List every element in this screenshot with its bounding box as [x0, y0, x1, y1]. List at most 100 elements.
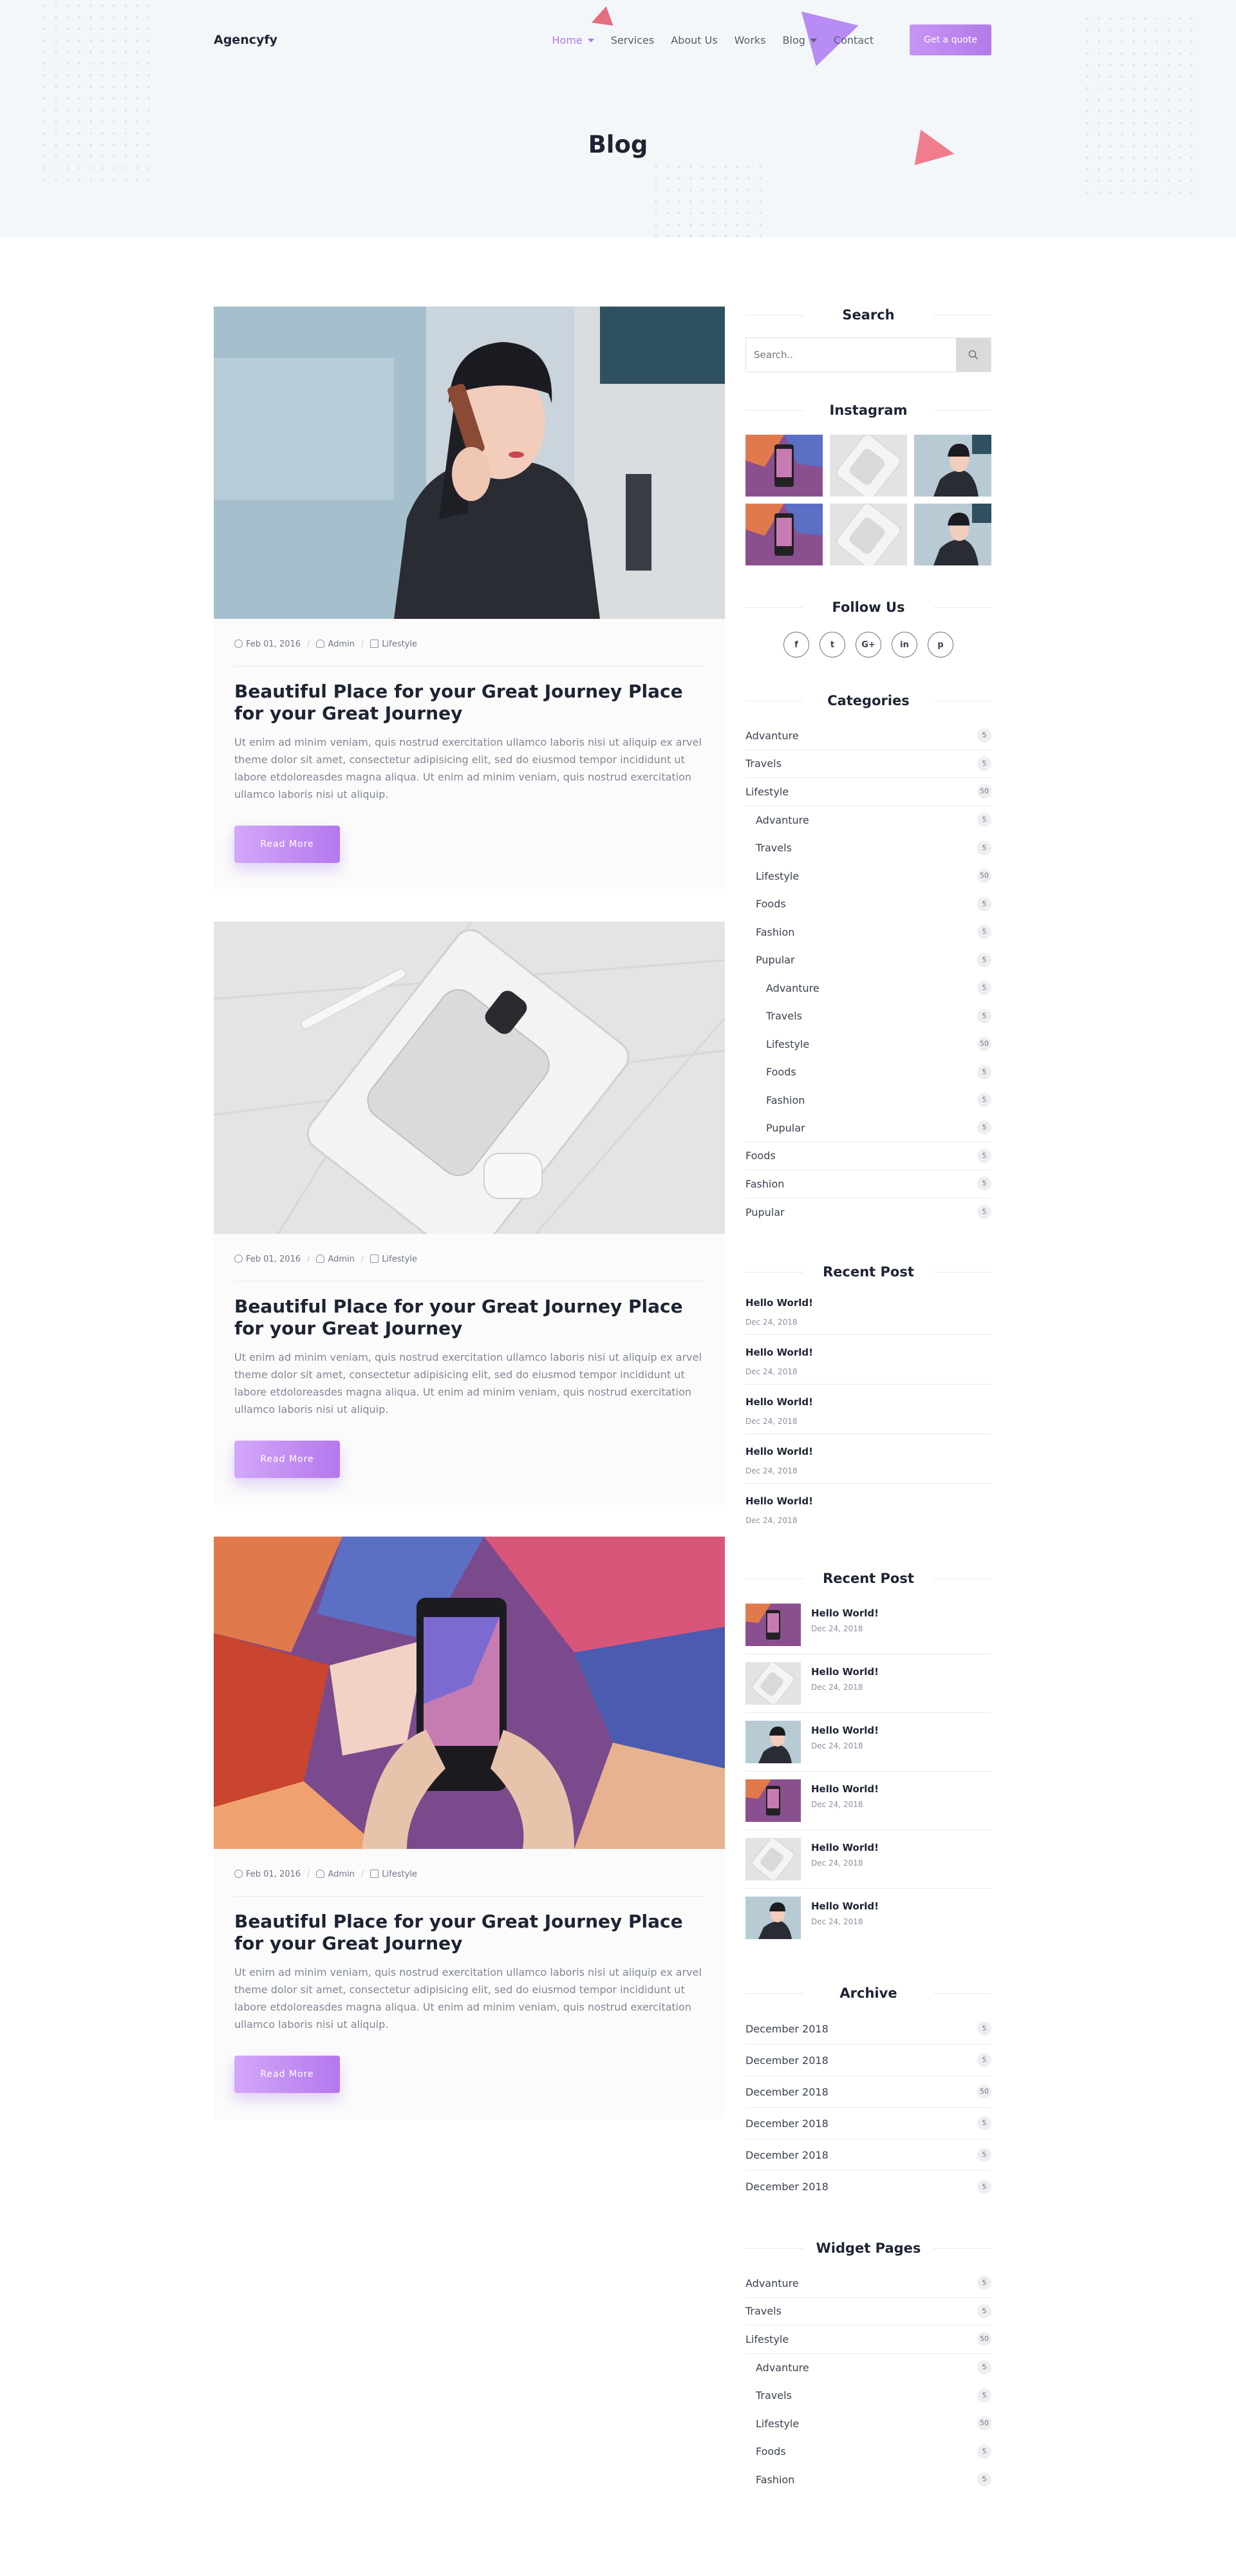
- subcategory-item[interactable]: Travels 5: [745, 1002, 991, 1030]
- category-label: Foods: [745, 1150, 776, 1162]
- read-more-button[interactable]: Read More: [234, 1441, 340, 1478]
- post-category[interactable]: Lifestyle: [370, 639, 417, 649]
- instagram-thumb[interactable]: [914, 435, 991, 497]
- page-item[interactable]: Travels 5: [745, 2298, 991, 2325]
- nav-item-works[interactable]: Works: [735, 34, 766, 46]
- recent-post-item[interactable]: Hello World! Dec 24, 2018: [745, 1772, 991, 1830]
- archive-item[interactable]: December 2018 5: [745, 2139, 991, 2171]
- post-title[interactable]: Beautiful Place for your Great Journey P…: [214, 1897, 725, 1955]
- nav-item-blog[interactable]: Blog: [783, 34, 817, 46]
- author-text: Admin: [328, 1870, 355, 1879]
- subpage-item[interactable]: Lifestyle 50: [745, 2410, 991, 2438]
- category-label: Fashion: [745, 1177, 785, 1190]
- post-author[interactable]: Admin: [316, 639, 355, 649]
- google-plus-icon[interactable]: G+: [856, 632, 881, 658]
- category-item[interactable]: Fashion 5: [745, 1170, 991, 1198]
- meta-separator: /: [360, 639, 364, 649]
- twitter-icon[interactable]: t: [819, 632, 845, 658]
- post-author[interactable]: Admin: [316, 1870, 355, 1879]
- date-text: Feb 01, 2016: [246, 1255, 301, 1264]
- category-text: Lifestyle: [382, 1870, 417, 1879]
- recent-post-item[interactable]: Hello World! Dec 24, 2018: [745, 1830, 991, 1889]
- nav-item-about-us[interactable]: About Us: [671, 34, 717, 46]
- archive-item[interactable]: December 2018 5: [745, 2045, 991, 2076]
- recent-post-item[interactable]: Hello World! Dec 24, 2018: [745, 1484, 991, 1533]
- archive-item[interactable]: December 2018 5: [745, 2108, 991, 2139]
- recent-post-item[interactable]: Hello World! Dec 24, 2018: [745, 1596, 991, 1654]
- archive-item[interactable]: December 2018 5: [745, 2013, 991, 2045]
- page-item[interactable]: Lifestyle 50: [745, 2325, 991, 2354]
- instagram-thumb[interactable]: [914, 504, 991, 565]
- recent-post-item[interactable]: Hello World! Dec 24, 2018: [745, 1713, 991, 1772]
- read-more-button[interactable]: Read More: [234, 826, 340, 863]
- category-text: Lifestyle: [382, 1255, 417, 1264]
- search-input[interactable]: [746, 338, 956, 372]
- subcategory-item[interactable]: Pupular 5: [745, 946, 991, 974]
- subcategory-item[interactable]: Fashion 5: [745, 1086, 991, 1115]
- category-label: Pupular: [756, 954, 795, 967]
- post-category[interactable]: Lifestyle: [370, 1255, 417, 1264]
- category-label: Advanture: [745, 729, 799, 742]
- category-list: Advanture 5 Travels 5 Lifestyle 50 Advantur…: [745, 722, 991, 1226]
- subcategory-item[interactable]: Lifestyle 50: [745, 862, 991, 891]
- read-more-button[interactable]: Read More: [234, 2056, 340, 2093]
- subcategory-item[interactable]: Lifestyle 50: [745, 1030, 991, 1059]
- recent-post-thumb: [745, 1662, 801, 1705]
- archive-item[interactable]: December 2018 5: [745, 2171, 991, 2202]
- category-label: Travels: [766, 1010, 802, 1023]
- search-button[interactable]: [956, 338, 991, 372]
- post-title[interactable]: Beautiful Place for your Great Journey P…: [214, 667, 725, 724]
- subpage-item[interactable]: Fashion 5: [745, 2466, 991, 2494]
- count-badge: 5: [977, 2053, 991, 2067]
- category-item[interactable]: Pupular 5: [745, 1198, 991, 1227]
- recent-post-thumb: [745, 1721, 801, 1763]
- subpage-item[interactable]: Travels 5: [745, 2382, 991, 2410]
- category-item[interactable]: Foods 5: [745, 1142, 991, 1170]
- category-item[interactable]: Travels 5: [745, 750, 991, 778]
- subcategory-item[interactable]: Advanture 5: [745, 974, 991, 1003]
- post-category[interactable]: Lifestyle: [370, 1870, 417, 1879]
- count-badge: 5: [977, 813, 991, 828]
- recent-post-item[interactable]: Hello World! Dec 24, 2018: [745, 1335, 991, 1385]
- instagram-thumb[interactable]: [830, 504, 907, 565]
- category-item[interactable]: Advanture 5: [745, 722, 991, 750]
- nav-item-contact[interactable]: Contact: [834, 34, 874, 46]
- post-author[interactable]: Admin: [316, 1255, 355, 1264]
- subcategory-item[interactable]: Foods 5: [745, 890, 991, 918]
- instagram-thumb[interactable]: [745, 435, 823, 497]
- folder-icon: [370, 1870, 379, 1878]
- post-image-white-phone-tablet[interactable]: [214, 922, 725, 1234]
- post-date: Feb 01, 2016: [234, 1255, 301, 1264]
- post-title[interactable]: Beautiful Place for your Great Journey P…: [214, 1282, 725, 1340]
- recent-post-item[interactable]: Hello World! Dec 24, 2018: [745, 1889, 991, 1947]
- category-label: Fashion: [766, 1094, 805, 1106]
- recent-post-item[interactable]: Hello World! Dec 24, 2018: [745, 1285, 991, 1335]
- subpage-item[interactable]: Advanture 5: [745, 2354, 991, 2382]
- count-badge: 5: [977, 1121, 991, 1135]
- page-item[interactable]: Advanture 5: [745, 2269, 991, 2298]
- subcategory-item[interactable]: Advanture 5: [745, 806, 991, 835]
- recent-post-item[interactable]: Hello World! Dec 24, 2018: [745, 1385, 991, 1434]
- recent-post-item[interactable]: Hello World! Dec 24, 2018: [745, 1654, 991, 1713]
- linkedin-icon[interactable]: in: [892, 632, 917, 658]
- nav-item-home[interactable]: Home: [552, 34, 594, 46]
- pinterest-icon[interactable]: p: [928, 632, 953, 658]
- get-quote-button[interactable]: Get a quote: [910, 24, 991, 55]
- instagram-thumb[interactable]: [830, 435, 907, 497]
- subcategory-item[interactable]: Travels 5: [745, 834, 991, 862]
- facebook-icon[interactable]: f: [783, 632, 809, 658]
- recent-post-item[interactable]: Hello World! Dec 24, 2018: [745, 1434, 991, 1484]
- post-excerpt: Ut enim ad minim veniam, quis nostrud ex…: [234, 1351, 702, 1416]
- post-meta: Feb 01, 2016 / Admin / Lifestyle: [214, 1234, 725, 1264]
- category-item[interactable]: Lifestyle 50: [745, 778, 991, 806]
- logo[interactable]: Agencyfy: [214, 33, 277, 47]
- subcategory-item[interactable]: Fashion 5: [745, 918, 991, 947]
- subpage-item[interactable]: Foods 5: [745, 2438, 991, 2466]
- post-image-phone-graffiti[interactable]: [214, 1537, 725, 1849]
- archive-item[interactable]: December 2018 50: [745, 2076, 991, 2108]
- post-image-woman-on-phone[interactable]: [214, 307, 725, 619]
- subcategory-item[interactable]: Foods 5: [745, 1058, 991, 1086]
- subcategory-item[interactable]: Pupular 5: [745, 1114, 991, 1142]
- instagram-thumb[interactable]: [745, 504, 823, 565]
- nav-item-services[interactable]: Services: [611, 34, 654, 46]
